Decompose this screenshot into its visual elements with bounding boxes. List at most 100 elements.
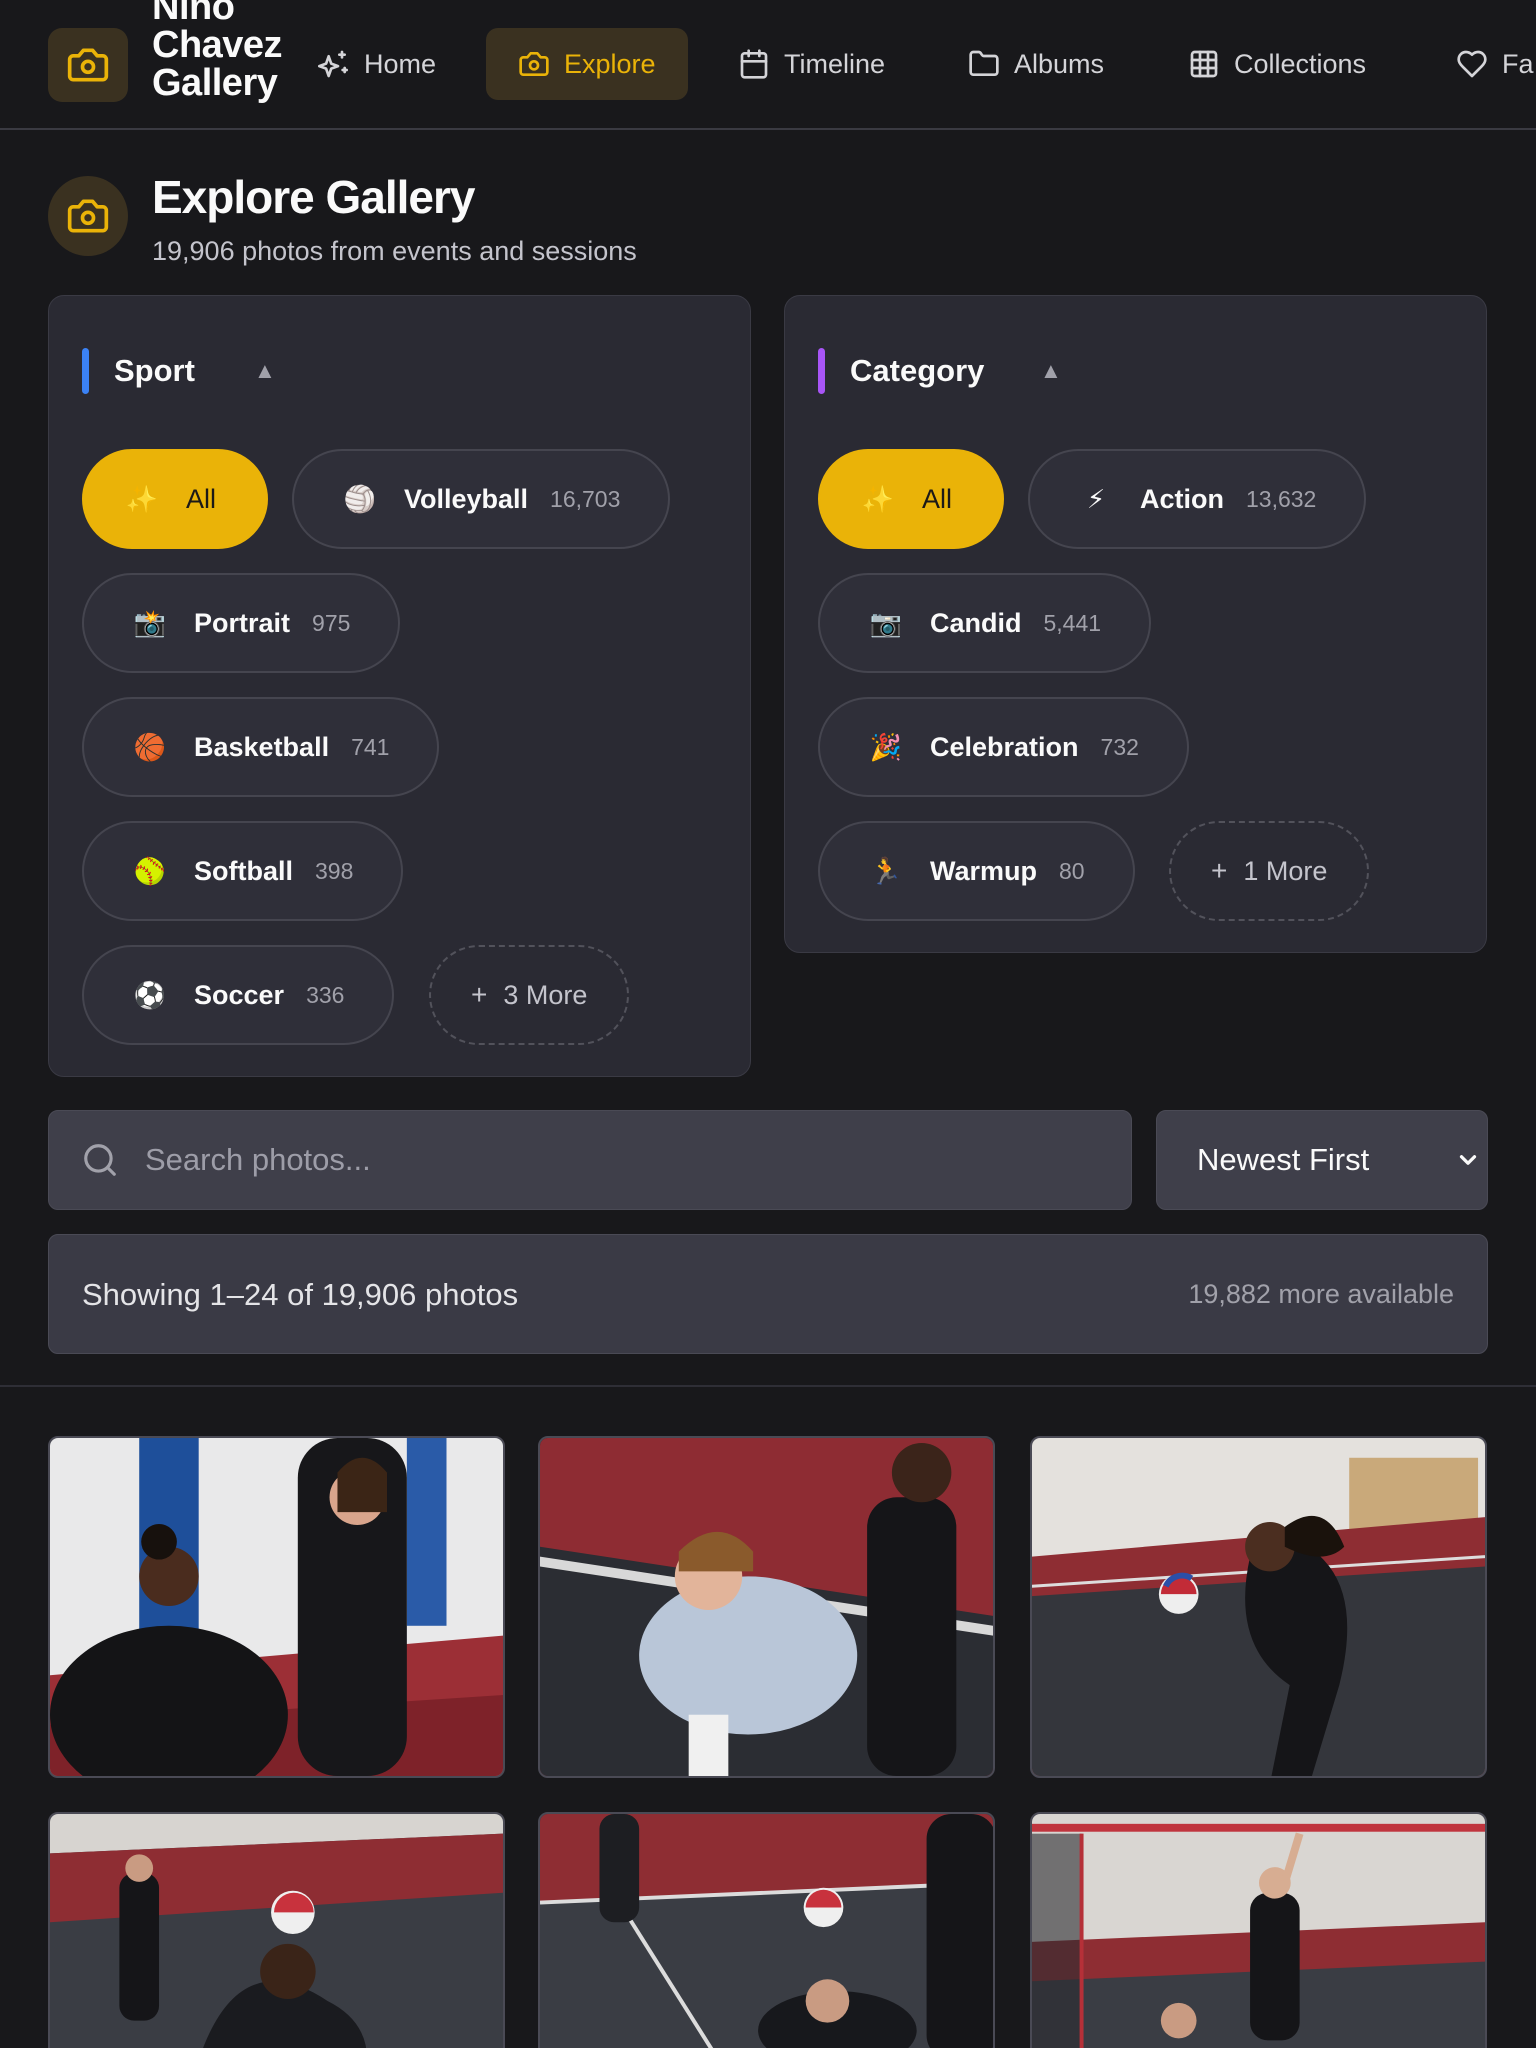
sort-selected-label: Newest First bbox=[1197, 1142, 1370, 1177]
category-more-button[interactable]: + 1 More bbox=[1169, 821, 1370, 921]
runner-icon: 🏃 bbox=[869, 855, 903, 886]
sort-select[interactable]: Newest First bbox=[1156, 1110, 1488, 1210]
calendar-icon bbox=[740, 49, 768, 79]
page-title: Explore Gallery bbox=[152, 171, 475, 223]
brand-title[interactable]: Nino Chavez Gallery bbox=[152, 0, 302, 102]
chip-count: 398 bbox=[315, 857, 354, 884]
collapse-caret-icon[interactable]: ▲ bbox=[254, 358, 276, 384]
results-status-bar: Showing 1–24 of 19,906 photos 19,882 mor… bbox=[48, 1234, 1488, 1354]
sport-chip-portrait[interactable]: 📸 Portrait 975 bbox=[82, 573, 401, 673]
brand-title-line: Gallery bbox=[152, 62, 278, 104]
chip-label: Action bbox=[1140, 483, 1224, 514]
nav-item-label: Explore bbox=[564, 48, 656, 79]
sport-chip-basketball[interactable]: 🏀 Basketball 741 bbox=[82, 697, 440, 797]
nav-item-favorites[interactable]: Fa bbox=[1424, 28, 1534, 100]
photo-thumbnail[interactable] bbox=[538, 1812, 995, 2048]
chevron-down-icon bbox=[1459, 1155, 1477, 1165]
sport-chip-all[interactable]: ✨ All bbox=[82, 449, 268, 549]
sparkles-icon: ✨ bbox=[125, 483, 159, 514]
photo-thumbnail[interactable] bbox=[1030, 1812, 1487, 2048]
soccer-ball-icon: ⚽ bbox=[133, 979, 167, 1010]
more-label: 1 More bbox=[1243, 855, 1328, 886]
search-bar[interactable] bbox=[48, 1110, 1132, 1210]
photo-thumbnail[interactable] bbox=[1030, 1436, 1487, 1778]
nav-item-timeline[interactable]: Timeline bbox=[706, 28, 917, 100]
camera-icon bbox=[67, 48, 109, 82]
nav-item-albums[interactable]: Albums bbox=[936, 28, 1136, 100]
nav-item-collections[interactable]: Collections bbox=[1156, 28, 1398, 100]
chip-count: 741 bbox=[351, 733, 390, 760]
nav-item-explore[interactable]: Explore bbox=[486, 28, 688, 100]
category-chip-warmup[interactable]: 🏃 Warmup 80 bbox=[818, 821, 1135, 921]
chip-label: Soccer bbox=[194, 979, 285, 1010]
chip-count: 975 bbox=[312, 609, 351, 636]
sport-filter-panel: Sport ▲ ✨ All 🏐 Volleyball 16,703 📸 Port… bbox=[48, 295, 751, 1077]
chip-label: Warmup bbox=[930, 855, 1037, 886]
sport-chip-soccer[interactable]: ⚽ Soccer 336 bbox=[82, 945, 395, 1045]
sport-more-button[interactable]: + 3 More bbox=[429, 945, 630, 1045]
camera-flash-icon: 📸 bbox=[133, 607, 167, 638]
chip-count: 336 bbox=[306, 981, 345, 1008]
chip-count: 13,632 bbox=[1246, 485, 1317, 512]
camera-icon bbox=[67, 199, 109, 233]
brand-logo[interactable] bbox=[48, 28, 128, 102]
nav-item-home[interactable]: Home bbox=[286, 28, 468, 100]
camera-icon: 📷 bbox=[869, 607, 903, 638]
grid-icon bbox=[1190, 50, 1218, 78]
brand-title-line: Chavez bbox=[152, 24, 283, 66]
nav-item-label: Home bbox=[364, 48, 437, 79]
nav-item-label: Collections bbox=[1234, 48, 1367, 79]
chip-label: Candid bbox=[930, 607, 1022, 638]
chip-label: All bbox=[186, 483, 217, 514]
photo-thumbnail[interactable] bbox=[538, 1436, 995, 1778]
category-filter-header[interactable]: Category ▲ bbox=[818, 348, 1062, 394]
nav-item-label: Timeline bbox=[784, 48, 886, 79]
page-subtitle: 19,906 photos from events and sessions bbox=[152, 236, 637, 266]
search-input[interactable] bbox=[145, 1142, 1045, 1178]
sport-chip-softball[interactable]: 🥎 Softball 398 bbox=[82, 821, 404, 921]
sparkles-icon: ✨ bbox=[861, 483, 895, 514]
chip-count: 80 bbox=[1059, 857, 1085, 884]
photo-image bbox=[1032, 1438, 1485, 1776]
nav-item-label: Albums bbox=[1014, 48, 1105, 79]
photo-image bbox=[1032, 1814, 1485, 2048]
category-filter-panel: Category ▲ ✨ All ⚡ Action 13,632 📷 Candi… bbox=[784, 295, 1487, 953]
category-chip-celebration[interactable]: 🎉 Celebration 732 bbox=[818, 697, 1189, 797]
chip-label: All bbox=[922, 483, 953, 514]
chip-count: 16,703 bbox=[550, 485, 621, 512]
sport-chip-volleyball[interactable]: 🏐 Volleyball 16,703 bbox=[292, 449, 671, 549]
chip-count: 5,441 bbox=[1043, 609, 1102, 636]
sparkle-icon bbox=[318, 50, 348, 78]
plus-icon: + bbox=[471, 979, 488, 1010]
photo-image bbox=[540, 1814, 993, 2048]
category-chip-all[interactable]: ✨ All bbox=[818, 449, 1004, 549]
folder-icon bbox=[969, 50, 999, 76]
party-popper-icon: 🎉 bbox=[869, 731, 903, 762]
chip-count: 732 bbox=[1100, 733, 1139, 760]
panel-accent-bar bbox=[82, 348, 89, 394]
plus-icon: + bbox=[1211, 855, 1228, 886]
chip-label: Celebration bbox=[930, 731, 1079, 762]
photo-image bbox=[50, 1814, 503, 2048]
search-icon bbox=[84, 1144, 116, 1176]
nav-item-label: Fa bbox=[1502, 48, 1534, 79]
basketball-icon: 🏀 bbox=[133, 731, 167, 762]
sport-filter-header[interactable]: Sport ▲ bbox=[82, 348, 276, 394]
results-count: Showing 1–24 of 19,906 photos bbox=[82, 1277, 519, 1312]
category-chip-candid[interactable]: 📷 Candid 5,441 bbox=[818, 573, 1152, 673]
panel-accent-bar bbox=[818, 348, 825, 394]
section-divider bbox=[0, 1385, 1536, 1387]
collapse-caret-icon[interactable]: ▲ bbox=[1040, 358, 1062, 384]
top-navigation: Nino Chavez Gallery Home Explore Timelin… bbox=[0, 0, 1536, 130]
chip-label: Softball bbox=[194, 855, 293, 886]
category-chip-action[interactable]: ⚡ Action 13,632 bbox=[1028, 449, 1367, 549]
photo-thumbnail[interactable] bbox=[48, 1812, 505, 2048]
chip-label: Portrait bbox=[194, 607, 291, 638]
camera-icon bbox=[519, 52, 549, 76]
chip-label: Volleyball bbox=[404, 483, 529, 514]
lightning-icon: ⚡ bbox=[1086, 483, 1106, 514]
photo-thumbnail[interactable] bbox=[48, 1436, 505, 1778]
more-available-text: 19,882 more available bbox=[1188, 1279, 1454, 1309]
more-label: 3 More bbox=[503, 979, 588, 1010]
page-icon bbox=[48, 176, 128, 256]
